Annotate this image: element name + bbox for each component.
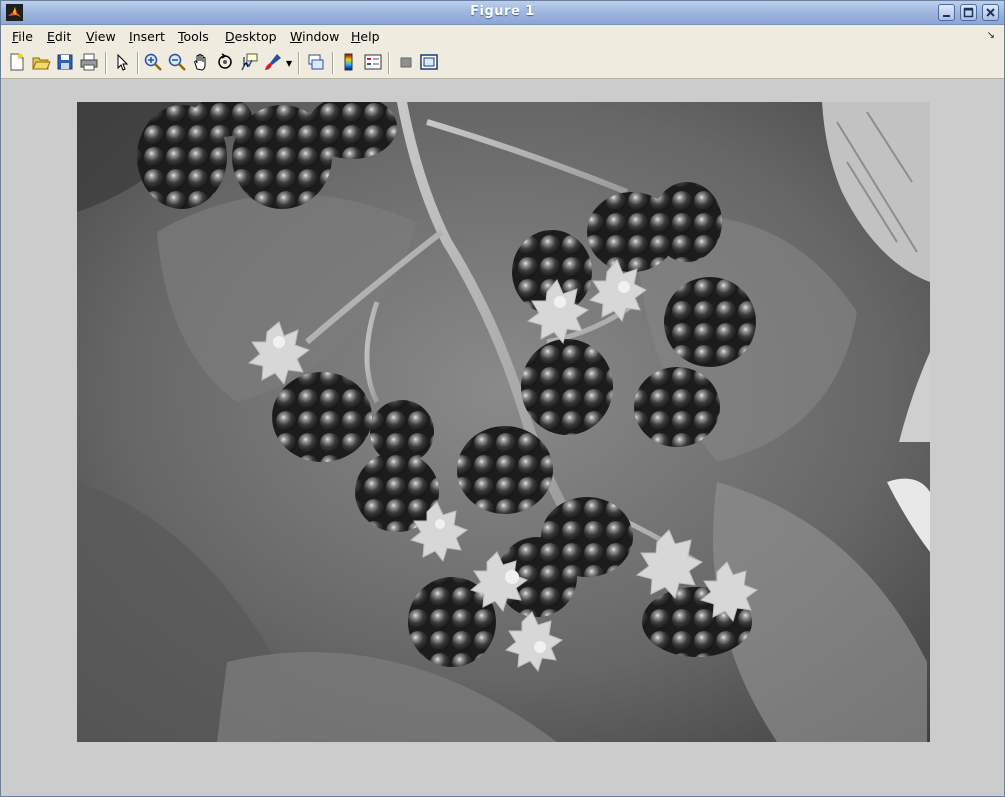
toolbar-separator (388, 52, 390, 74)
zoom-out-icon (168, 53, 186, 71)
toolbar-separator (105, 52, 107, 74)
insert-legend-button[interactable] (363, 52, 383, 72)
edit-plot-button[interactable] (112, 52, 132, 72)
show-plot-tools-button[interactable] (419, 52, 439, 72)
hide-plot-tools-button[interactable] (396, 52, 416, 72)
brush-button[interactable] (263, 52, 283, 72)
pan-icon (194, 53, 206, 71)
link-plot-button[interactable] (306, 52, 326, 72)
menu-tools[interactable]: Tools (178, 29, 209, 44)
maximize-button[interactable] (960, 4, 977, 21)
minimize-icon (943, 15, 950, 17)
menu-edit[interactable]: Edit (47, 29, 71, 44)
hide-plot-tools-icon (400, 57, 412, 68)
dock-arrow-icon[interactable]: ↘ (987, 30, 995, 41)
menu-view[interactable]: View (86, 29, 116, 44)
save-icon (57, 54, 73, 70)
title-bar[interactable]: Figure 1 (1, 1, 1004, 25)
edit-plot-icon (117, 53, 129, 71)
menu-window[interactable]: Window (290, 29, 339, 44)
show-plot-tools-icon (420, 54, 438, 70)
figure-window: Figure 1 File Edit View Insert Tools Des… (0, 0, 1005, 797)
insert-colorbar-icon (344, 53, 353, 71)
new-figure-button[interactable] (7, 52, 27, 72)
maximize-icon (963, 7, 974, 18)
print-icon (80, 53, 98, 71)
open-file-icon (32, 57, 51, 70)
image-axes[interactable] (77, 102, 930, 742)
brush-icon (265, 54, 281, 70)
link-plot-icon (308, 54, 324, 70)
toolbar-separator (298, 52, 300, 74)
print-button[interactable] (79, 52, 99, 72)
menu-bar: File Edit View Insert Tools Desktop Wind… (1, 25, 1004, 47)
rotate-3d-icon (218, 53, 232, 69)
toolbar-separator (332, 52, 334, 74)
brush-dropdown-icon[interactable]: ▼ (286, 59, 292, 68)
menu-desktop[interactable]: Desktop (225, 29, 277, 44)
zoom-in-button[interactable] (143, 52, 163, 72)
menu-help[interactable]: Help (351, 29, 380, 44)
insert-colorbar-button[interactable] (339, 52, 359, 72)
insert-legend-icon (364, 54, 382, 70)
data-cursor-icon (241, 53, 258, 71)
figure-toolbar: ▼ (1, 47, 1004, 79)
pan-button[interactable] (191, 52, 211, 72)
minimize-button[interactable] (938, 4, 955, 21)
menu-file[interactable]: File (12, 29, 33, 44)
save-button[interactable] (55, 52, 75, 72)
toolbar-separator (137, 52, 139, 74)
menu-insert[interactable]: Insert (129, 29, 165, 44)
close-icon (986, 8, 995, 17)
zoom-out-button[interactable] (167, 52, 187, 72)
new-figure-icon (10, 53, 24, 71)
data-cursor-button[interactable] (239, 52, 259, 72)
figure-canvas[interactable] (5, 80, 1001, 793)
close-button[interactable] (982, 4, 999, 21)
window-title: Figure 1 (470, 4, 535, 19)
zoom-in-icon (144, 53, 162, 71)
grayscale-blackberry-image (77, 102, 930, 742)
open-file-button[interactable] (31, 52, 51, 72)
rotate-3d-button[interactable] (215, 52, 235, 72)
